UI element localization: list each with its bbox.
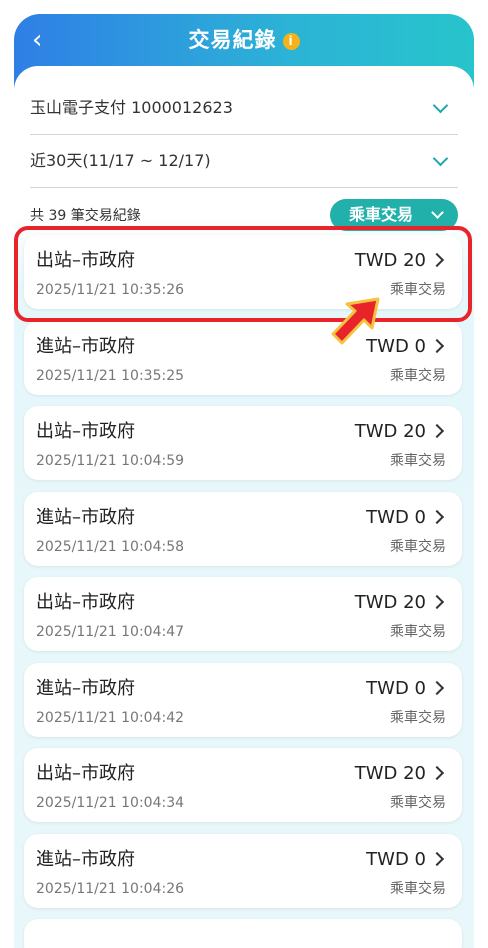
transaction-time: 2025/11/21 10:35:25 xyxy=(36,368,185,384)
filter-label: 乘車交易 xyxy=(349,205,414,224)
transaction-type: 乘車交易 xyxy=(390,282,446,298)
transaction-name: 進站–市政府 xyxy=(36,507,135,528)
transaction-name: 出站–市政府 xyxy=(36,763,135,784)
transaction-time: 2025/11/21 10:04:26 xyxy=(36,881,185,897)
transaction-card[interactable]: 進站–市政府 2025/11/21 10:35:25 TWD 0 乘車交易 xyxy=(24,321,462,395)
transaction-name: 進站–市政府 xyxy=(36,849,135,870)
chevron-right-icon xyxy=(429,423,445,439)
content-sheet: 玉山電子支付 1000012623 近30天(11/17 ~ 12/17) 共 … xyxy=(14,66,474,948)
chevron-down-icon xyxy=(432,97,449,114)
chevron-right-icon xyxy=(429,594,445,610)
transaction-name: 出站–市政府 xyxy=(36,592,135,613)
transaction-time: 2025/11/21 10:35:26 xyxy=(36,282,185,298)
chevron-right-icon xyxy=(429,765,445,781)
transaction-card[interactable] xyxy=(24,919,462,948)
transaction-amount: TWD 20 xyxy=(354,250,426,271)
period-select-value: 近30天(11/17 ~ 12/17) xyxy=(30,151,211,170)
record-count: 共 39 筆交易紀錄 xyxy=(30,208,141,224)
transaction-card[interactable]: 出站–市政府 2025/11/21 10:35:26 TWD 20 乘車交易 xyxy=(24,235,462,309)
transaction-time: 2025/11/21 10:04:42 xyxy=(36,710,185,726)
transaction-type: 乘車交易 xyxy=(390,710,446,726)
transaction-card[interactable]: 出站–市政府 2025/11/21 10:04:59 TWD 20 乘車交易 xyxy=(24,406,462,480)
transaction-amount: TWD 20 xyxy=(354,421,426,442)
transaction-amount: TWD 20 xyxy=(354,592,426,613)
transaction-type: 乘車交易 xyxy=(390,539,446,555)
transaction-type: 乘車交易 xyxy=(390,453,446,469)
page-title-text: 交易紀錄 xyxy=(188,28,277,52)
chevron-down-icon xyxy=(431,206,444,219)
transaction-amount: TWD 0 xyxy=(366,849,426,870)
chevron-right-icon xyxy=(429,851,445,867)
account-select[interactable]: 玉山電子支付 1000012623 xyxy=(30,82,458,135)
transaction-amount: TWD 0 xyxy=(366,678,426,699)
info-icon[interactable]: i xyxy=(282,33,300,50)
transaction-type: 乘車交易 xyxy=(390,881,446,897)
period-select[interactable]: 近30天(11/17 ~ 12/17) xyxy=(30,135,458,188)
transaction-card[interactable]: 進站–市政府 2025/11/21 10:04:42 TWD 0 乘車交易 xyxy=(24,663,462,737)
transaction-time: 2025/11/21 10:04:47 xyxy=(36,624,185,640)
transaction-time: 2025/11/21 10:04:58 xyxy=(36,539,185,555)
chevron-right-icon xyxy=(429,680,445,696)
chevron-right-icon xyxy=(429,252,445,268)
filter-dropdown-button[interactable]: 乘車交易 xyxy=(330,199,458,231)
chevron-down-icon xyxy=(432,150,449,167)
chevron-right-icon xyxy=(429,338,445,354)
transaction-card[interactable]: 進站–市政府 2025/11/21 10:04:26 TWD 0 乘車交易 xyxy=(24,834,462,908)
transaction-time: 2025/11/21 10:04:34 xyxy=(36,795,185,811)
page-title: 交易紀錄 i xyxy=(14,26,474,54)
transaction-name: 出站–市政府 xyxy=(36,250,135,271)
transaction-name: 進站–市政府 xyxy=(36,678,135,699)
transaction-type: 乘車交易 xyxy=(390,795,446,811)
pointer-arrow-icon xyxy=(331,297,380,345)
transaction-amount: TWD 0 xyxy=(366,507,426,528)
transaction-card[interactable]: 出站–市政府 2025/11/21 10:04:47 TWD 20 乘車交易 xyxy=(24,577,462,651)
chevron-right-icon xyxy=(429,509,445,525)
transaction-type: 乘車交易 xyxy=(390,368,446,384)
transaction-name: 出站–市政府 xyxy=(36,421,135,442)
transaction-card[interactable]: 出站–市政府 2025/11/21 10:04:34 TWD 20 乘車交易 xyxy=(24,748,462,822)
transaction-type: 乘車交易 xyxy=(390,624,446,640)
account-select-value: 玉山電子支付 1000012623 xyxy=(30,98,233,117)
transaction-amount: TWD 20 xyxy=(354,763,426,784)
transaction-name: 進站–市政府 xyxy=(36,336,135,357)
app-screen: ‹ 交易紀錄 i 玉山電子支付 1000012623 近30天(11/17 ~ 1… xyxy=(14,14,474,948)
transaction-card[interactable]: 進站–市政府 2025/11/21 10:04:58 TWD 0 乘車交易 xyxy=(24,492,462,566)
transaction-time: 2025/11/21 10:04:59 xyxy=(36,453,185,469)
